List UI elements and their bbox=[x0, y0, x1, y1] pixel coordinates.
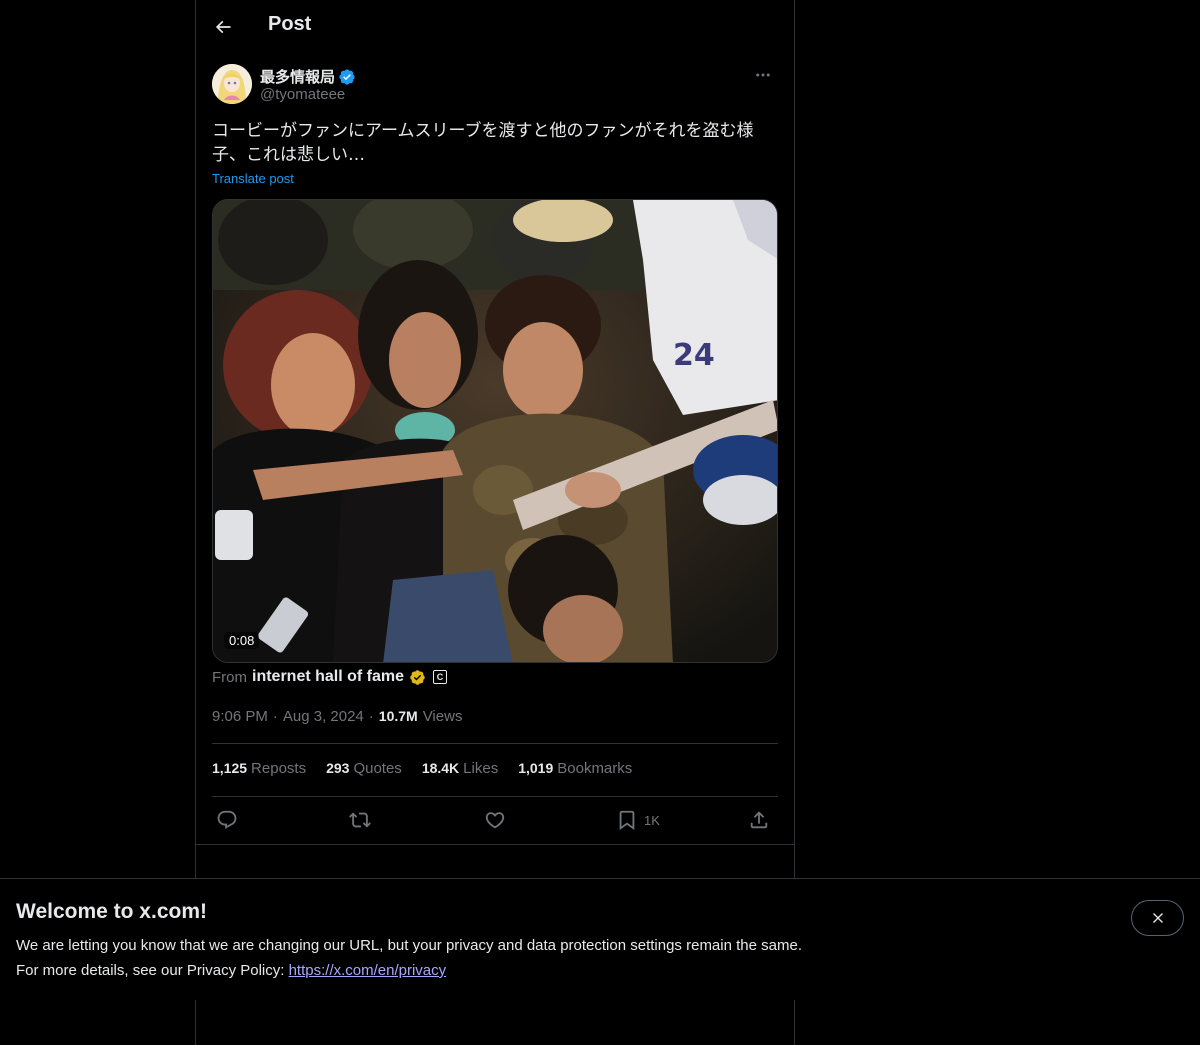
banner-privacy-prefix: For more details, see our Privacy Policy… bbox=[16, 962, 289, 979]
post-video[interactable]: 24 0:08 bbox=[212, 199, 778, 663]
from-attribution: From internet hall of fame C bbox=[212, 668, 448, 686]
page-title: Post bbox=[268, 13, 312, 35]
stat-number: 1,019 bbox=[518, 760, 554, 776]
bookmark-button[interactable]: 1K bbox=[616, 806, 660, 834]
stat-label: Likes bbox=[463, 760, 499, 777]
post-stats: 1,125 Reposts 293 Quotes 18.4K Likes 1,0… bbox=[212, 760, 632, 777]
share-icon bbox=[750, 811, 768, 829]
video-frame-image: 24 bbox=[213, 200, 777, 662]
affiliate-badge: C bbox=[433, 670, 448, 684]
stat-likes[interactable]: 18.4K Likes bbox=[422, 760, 498, 777]
display-name[interactable]: 最多情報局 bbox=[260, 66, 335, 87]
like-button[interactable] bbox=[484, 806, 506, 834]
repost-button[interactable] bbox=[349, 806, 371, 834]
stat-number: 1,125 bbox=[212, 760, 248, 776]
privacy-policy-link[interactable]: https://x.com/en/privacy bbox=[289, 962, 447, 979]
avatar[interactable] bbox=[212, 64, 252, 104]
header: Post bbox=[196, 0, 794, 53]
post-author: 最多情報局 @tyomateee bbox=[212, 64, 778, 106]
translate-post-link[interactable]: Translate post bbox=[212, 171, 294, 186]
views-label: Views bbox=[422, 708, 463, 725]
banner-privacy-line: For more details, see our Privacy Policy… bbox=[16, 962, 446, 979]
stat-label: Bookmarks bbox=[557, 760, 633, 777]
banner-message: We are letting you know that we are chan… bbox=[16, 937, 802, 954]
author-handle[interactable]: @tyomateee bbox=[260, 86, 345, 103]
stat-quotes[interactable]: 293 Quotes bbox=[326, 760, 402, 777]
close-icon bbox=[1152, 913, 1163, 923]
author-name-row: 最多情報局 bbox=[260, 66, 356, 87]
bookmark-count: 1K bbox=[644, 812, 660, 828]
reply-icon bbox=[217, 810, 237, 829]
back-arrow-icon bbox=[215, 20, 231, 34]
banner-title: Welcome to x.com! bbox=[16, 900, 207, 923]
repost-icon bbox=[349, 812, 371, 828]
views-count: 10.7M bbox=[378, 708, 418, 724]
meta-separator: · bbox=[272, 708, 278, 725]
divider bbox=[212, 796, 778, 797]
gold-verified-icon bbox=[410, 669, 425, 685]
divider bbox=[212, 743, 778, 744]
back-button[interactable] bbox=[207, 11, 239, 43]
stat-label: Reposts bbox=[251, 760, 307, 777]
stat-label: Quotes bbox=[353, 760, 402, 777]
reply-button[interactable] bbox=[216, 806, 238, 834]
post-text: コービーがファンにアームスリーブを渡すと他のファンがそれを盗む様子、これは悲しい… bbox=[212, 121, 754, 165]
from-account-link[interactable]: internet hall of fame bbox=[252, 668, 404, 686]
stat-number: 293 bbox=[326, 760, 350, 776]
banner-close-button[interactable] bbox=[1131, 900, 1184, 936]
stat-number: 18.4K bbox=[421, 760, 460, 776]
video-duration: 0:08 bbox=[224, 632, 260, 649]
svg-text:24: 24 bbox=[673, 338, 715, 373]
post-date[interactable]: Aug 3, 2024 bbox=[283, 708, 364, 725]
post-time[interactable]: 9:06 PM bbox=[212, 708, 268, 725]
meta-separator: · bbox=[368, 708, 374, 725]
more-icon bbox=[756, 73, 770, 77]
bookmark-icon bbox=[619, 810, 635, 831]
share-button[interactable] bbox=[748, 806, 770, 834]
verified-badge-icon bbox=[339, 68, 355, 85]
post-meta: 9:06 PM · Aug 3, 2024 · 10.7M Views bbox=[212, 708, 462, 725]
from-label: From bbox=[212, 668, 247, 686]
divider bbox=[196, 844, 794, 845]
like-icon bbox=[485, 812, 505, 829]
stat-reposts[interactable]: 1,125 Reposts bbox=[212, 760, 306, 777]
more-options-button[interactable] bbox=[748, 64, 778, 86]
stat-bookmarks[interactable]: 1,019 Bookmarks bbox=[518, 760, 632, 777]
welcome-banner: Welcome to x.com! We are letting you kno… bbox=[0, 878, 1200, 1000]
post-actions: 1K bbox=[212, 806, 778, 834]
